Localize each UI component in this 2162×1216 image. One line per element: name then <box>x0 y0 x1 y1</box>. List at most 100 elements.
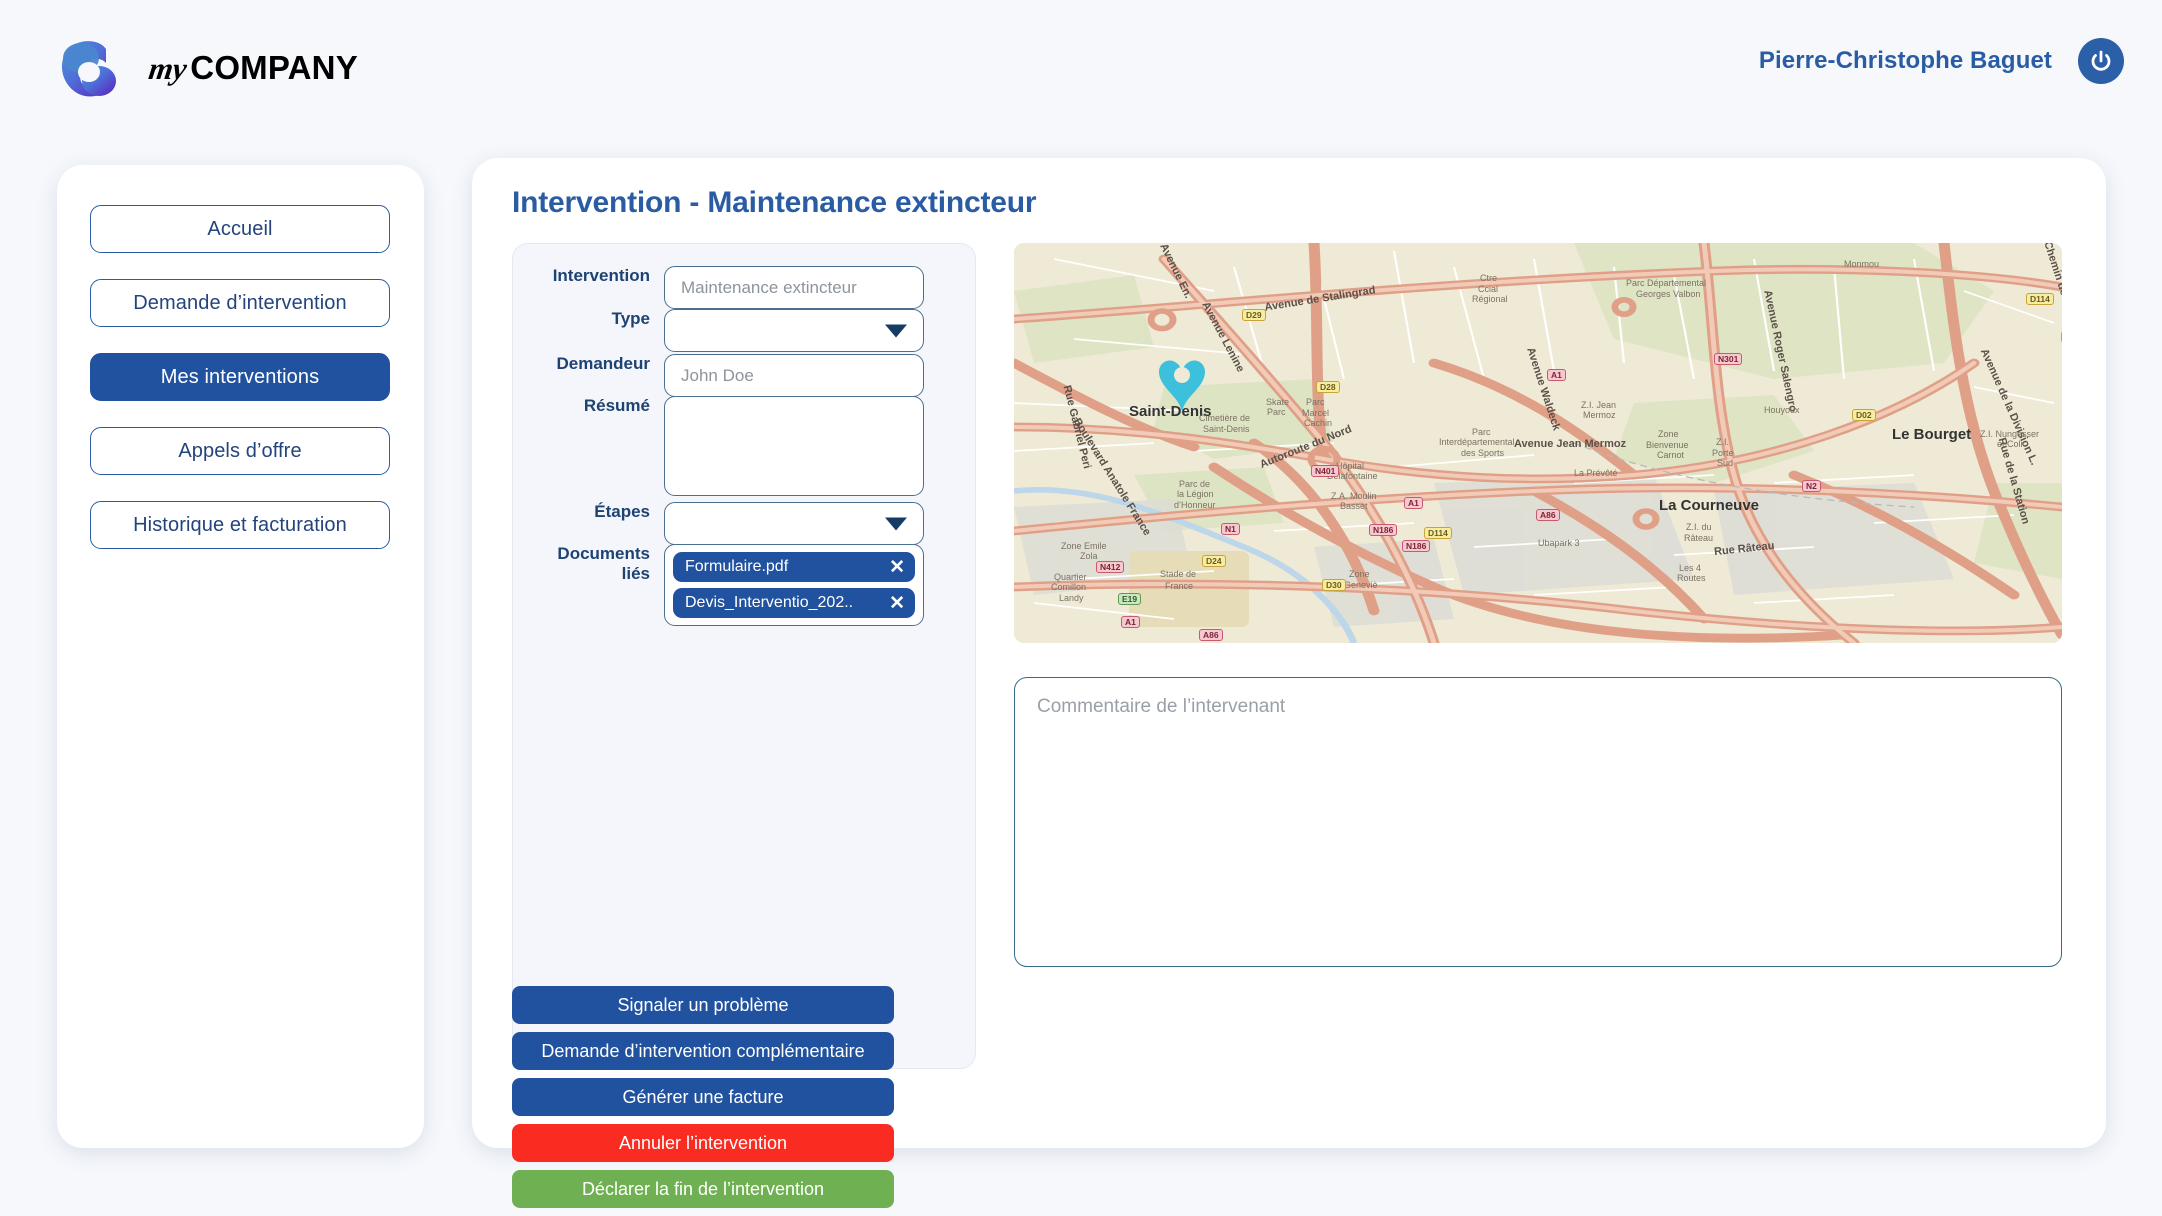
document-chip-label: Devis_Interventio_202.. <box>685 594 854 611</box>
map-poi-label: Comillon <box>1051 582 1087 593</box>
form-row-0: Intervention Maintenance extincteur <box>529 266 924 309</box>
map-street-label: Avenue Jean Mermoz <box>1514 438 1627 451</box>
map-poi-label: Mermoz <box>1583 410 1616 421</box>
map-place-label: La Courneuve <box>1659 496 1760 514</box>
field-label-3: Résumé <box>583 396 650 415</box>
map-poi-label: Zone <box>1349 569 1370 580</box>
map-road-shield: N186 <box>1369 523 1398 536</box>
form-row-4: Étapes <box>529 502 924 545</box>
map-road-shield: A86 <box>1199 629 1223 642</box>
form-row-5: Documents liés Formulaire.pdf ✕ Devis_Inter… <box>529 544 924 626</box>
map-poi-label: Parc de <box>1179 479 1211 489</box>
textarea-3[interactable] <box>664 396 924 496</box>
form-row-3: Résumé <box>529 396 924 496</box>
map-poi-label: Râteau <box>1684 532 1714 543</box>
select-1[interactable] <box>664 309 924 352</box>
field-label-5: Documents liés <box>557 544 650 583</box>
intervention-form-panel: Intervention Maintenance extincteur Type De… <box>512 243 976 1069</box>
map-poi-label: Marcel <box>1302 407 1330 418</box>
map-poi-label: Z.I. Jean <box>1581 399 1617 410</box>
map-street-label: Avenue de la Division L. <box>1977 347 2041 468</box>
chevron-down-icon[interactable] <box>885 517 907 530</box>
sidebar-item-1[interactable]: Demande d’intervention <box>90 279 390 327</box>
map-poi-label: Z.I. <box>1716 437 1729 448</box>
map-poi-label: d’Honneur <box>1174 499 1216 510</box>
field-label-2: Demandeur <box>556 354 650 373</box>
map-road-shield: D114 <box>1424 527 1452 539</box>
map-poi-label: la Légion <box>1177 489 1214 500</box>
map-poi-label: France <box>1165 580 1194 591</box>
map-road-shield: E19 <box>1118 592 1142 605</box>
map-poi-label: Cimetière de <box>1199 412 1251 423</box>
action-button-3[interactable]: Annuler l’intervention <box>512 1124 894 1162</box>
map-poi-label: Cachin <box>1304 418 1333 429</box>
chevron-down-icon[interactable] <box>885 324 907 337</box>
map-poi-label: Carnot <box>1657 450 1685 461</box>
sidebar-nav: Accueil Demande d’intervention Mes interve… <box>90 205 390 549</box>
map-poi-label: La Prévôté <box>1574 467 1618 478</box>
sidebar-item-4[interactable]: Historique et facturation <box>90 501 390 549</box>
action-button-1[interactable]: Demande d’intervention complémentaire <box>512 1032 894 1070</box>
map-road-shield: N301 <box>1714 353 1743 366</box>
map-street-label: Autoroute du Nord <box>1258 422 1354 471</box>
location-map[interactable]: Saint-Denis La Courneuve Le Bourget Avenue … <box>1014 243 2062 643</box>
document-chip[interactable]: Devis_Interventio_202.. ✕ <box>673 588 915 618</box>
map-street-label: Avenue de Stalingrad <box>1263 283 1377 314</box>
map-poi-label: Porte <box>1712 447 1734 458</box>
map-poi-label: Quartier <box>1054 571 1087 582</box>
document-chip[interactable]: Formulaire.pdf ✕ <box>673 552 915 582</box>
close-icon[interactable]: ✕ <box>881 558 905 577</box>
power-icon[interactable] <box>2078 38 2124 84</box>
map-poi-label: Interdépartemental <box>1439 437 1515 448</box>
map-road-shield: D24 <box>1202 555 1226 567</box>
map-street-label: Boulevard Anatole France <box>1070 416 1154 538</box>
close-icon[interactable]: ✕ <box>881 594 905 613</box>
map-road-shield: N401 <box>1311 464 1340 477</box>
map-pin-icon[interactable] <box>1159 358 1205 419</box>
sidebar-item-0[interactable]: Accueil <box>90 205 390 253</box>
form-row-2: Demandeur John Doe <box>529 354 924 397</box>
map-street-label: Rue de la Station <box>1995 436 2032 526</box>
map-poi-label: Routes <box>1677 573 1706 584</box>
map-road-shield: A1 <box>1404 497 1423 510</box>
map-poi-label: Georges Valbon <box>1636 288 1701 299</box>
map-poi-label: Parc <box>1267 407 1286 417</box>
map-poi-label: Stade de <box>1160 569 1197 580</box>
logo-company-text: COMPANY <box>190 49 358 86</box>
map-poi-label: Basset <box>1340 501 1368 512</box>
map-poi-label: Zola <box>1080 551 1098 561</box>
map-road-shield: N1 <box>1221 523 1240 535</box>
map-road-shield: D50 <box>2061 331 2062 343</box>
map-poi-label: Houyoux <box>1764 405 1800 416</box>
field-label-1: Type <box>611 309 650 328</box>
map-place-label: Le Bourget <box>1892 426 1972 444</box>
map-street-label: Avenue En. <box>1157 243 1195 301</box>
company-logo-icon <box>55 32 127 104</box>
brand-logo: my COMPANY <box>55 32 358 104</box>
map-poi-label: Ccial <box>1478 283 1499 294</box>
map-road-shield: D30 <box>1322 579 1346 591</box>
map-poi-label: Bienvenue <box>1646 439 1689 450</box>
action-button-2[interactable]: Générer une facture <box>512 1078 894 1116</box>
text-input-2[interactable]: John Doe <box>664 354 924 397</box>
map-street-label: Avenue Waldeck <box>1524 345 1563 433</box>
map-poi-label: Régional <box>1472 294 1508 305</box>
comment-input[interactable]: Commentaire de l’intervenant <box>1014 677 2062 967</box>
select-4[interactable] <box>664 502 924 545</box>
action-button-4[interactable]: Déclarer la fin de l’intervention <box>512 1170 894 1208</box>
field-label-4: Étapes <box>594 502 650 521</box>
form-row-1: Type <box>529 309 924 352</box>
text-input-0[interactable]: Maintenance extincteur <box>664 266 924 309</box>
sidebar: Accueil Demande d’intervention Mes interve… <box>57 165 424 1148</box>
user-area: Pierre-Christophe Baguet <box>1759 38 2124 84</box>
map-street-label: Chemin de Postes <box>2041 243 2062 335</box>
action-buttons: Signaler un problème Demande d’interventi… <box>512 986 894 1208</box>
field-label-0: Intervention <box>552 266 650 285</box>
map-poi-label: Parc <box>1472 427 1491 437</box>
action-button-0[interactable]: Signaler un problème <box>512 986 894 1024</box>
sidebar-item-2[interactable]: Mes interventions <box>90 353 390 401</box>
sidebar-item-3[interactable]: Appels d’offre <box>90 427 390 475</box>
map-street-label: Avenue Lenine <box>1199 299 1247 375</box>
map-poi-label: des Sports <box>1461 447 1505 458</box>
map-road-shield: D114 <box>2026 293 2054 306</box>
